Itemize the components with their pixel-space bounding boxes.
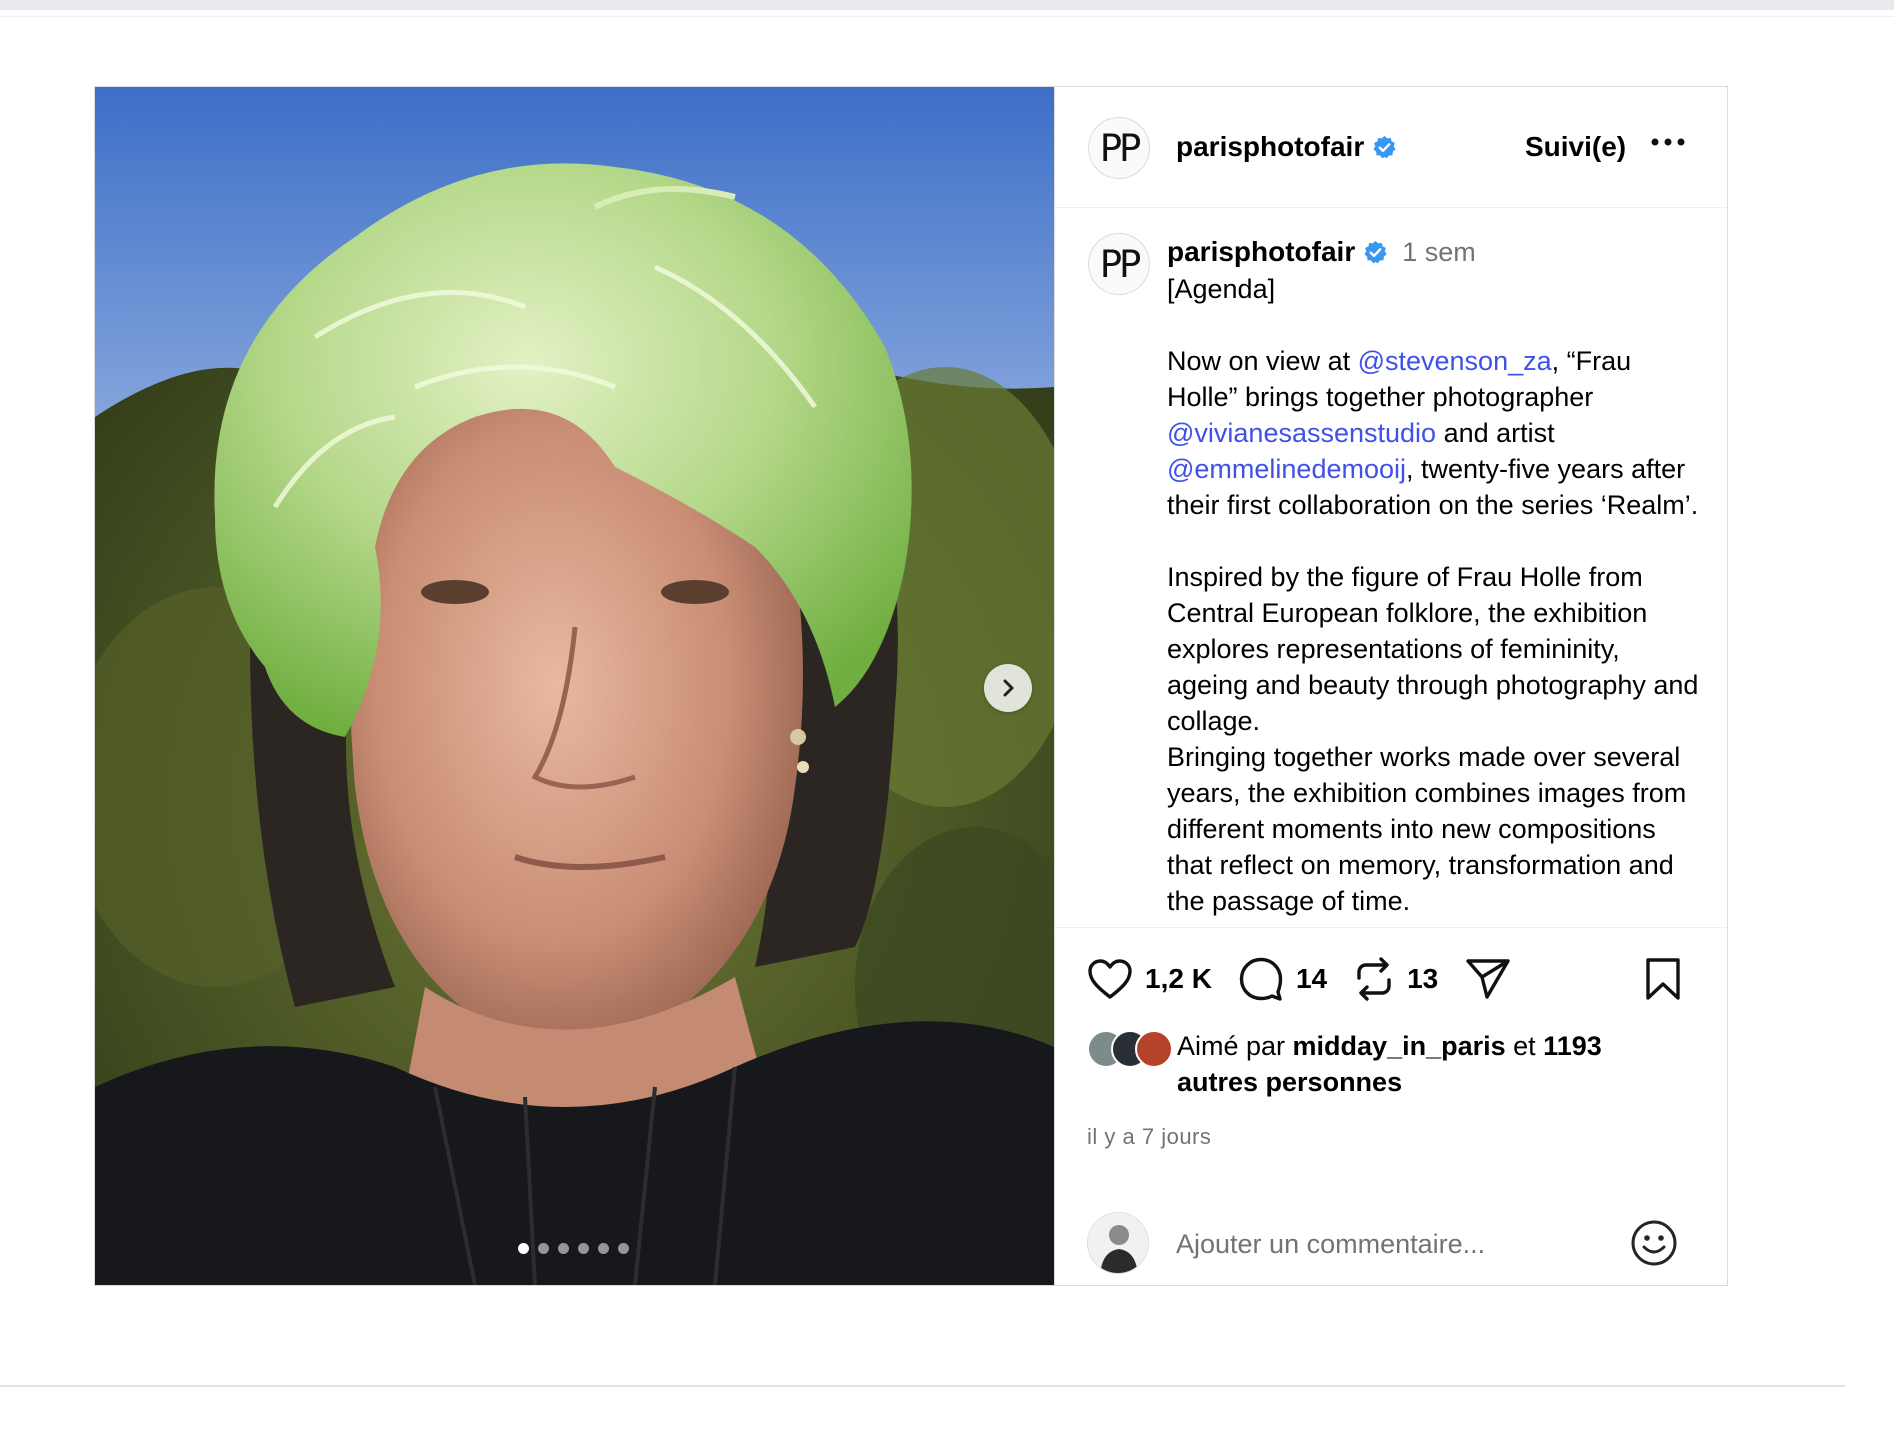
caption-paragraph: Now on view at @stevenson_za, “Frau Holl… [1167, 346, 1699, 520]
smiley-icon[interactable] [1629, 1218, 1679, 1268]
like-button[interactable]: 1,2 K [1087, 958, 1238, 1000]
caption-username[interactable]: parisphotofair [1167, 236, 1355, 268]
carousel-dot [618, 1243, 629, 1254]
verified-badge-icon [1364, 240, 1387, 263]
comment-input[interactable] [1176, 1224, 1576, 1264]
carousel-indicator [518, 1243, 629, 1254]
action-bar: 1,2 K 14 13 [1087, 956, 1512, 1002]
following-button[interactable]: Suivi(e) [1525, 131, 1626, 163]
caption-avatar[interactable]: PP [1088, 233, 1150, 295]
caption-time[interactable]: 1 sem [1402, 237, 1476, 268]
divider [0, 1385, 1845, 1387]
divider [0, 16, 1894, 17]
liked-by-text: Aimé par midday_in_paris et 1193 autres … [1177, 1031, 1602, 1097]
avatar [1087, 1212, 1149, 1274]
carousel-dot [518, 1243, 529, 1254]
post-timestamp[interactable]: il y a 7 jours [1087, 1124, 1211, 1150]
comment-composer [1055, 1210, 1727, 1285]
reposts-count: 13 [1407, 963, 1439, 994]
carousel-dot [578, 1243, 589, 1254]
comment-button[interactable]: 14 [1238, 956, 1353, 1002]
mention-link[interactable]: @stevenson_za [1358, 346, 1552, 376]
repost-icon [1357, 957, 1391, 1001]
comments-count: 14 [1295, 963, 1328, 994]
chevron-right-icon [1003, 679, 1014, 697]
likes-count: 1,2 K [1145, 963, 1212, 994]
next-slide-button[interactable] [984, 664, 1032, 712]
heart-icon [1088, 959, 1132, 999]
carousel-dot [538, 1243, 549, 1254]
post-media[interactable] [95, 87, 1054, 1285]
browser-top-bar [0, 0, 1894, 10]
repost-button[interactable]: 13 [1353, 956, 1464, 1002]
liker-avatars[interactable] [1087, 1030, 1177, 1070]
caption-line: [Agenda] [1167, 274, 1276, 304]
more-horizontal-icon[interactable] [1651, 137, 1685, 147]
comment-icon [1239, 957, 1283, 1001]
post-photo [95, 87, 1054, 1285]
mention-link[interactable]: @emmelinedemooij [1167, 454, 1406, 484]
caption-text: [Agenda] Now on view at @stevenson_za, “… [1167, 271, 1707, 919]
verified-badge-icon [1373, 135, 1396, 158]
account-username[interactable]: parisphotofair [1176, 131, 1364, 163]
post-card: PP parisphotofair Suivi(e) PP parisphoto… [94, 86, 1728, 1286]
bookmark-icon[interactable] [1643, 956, 1683, 1002]
carousel-dot [598, 1243, 609, 1254]
post-actions-section: 1,2 K 14 13 Aimé par midday_in_paris et … [1055, 927, 1727, 1285]
liked-by: Aimé par midday_in_paris et 1193 autres … [1087, 1028, 1687, 1100]
post-header: PP parisphotofair Suivi(e) [1055, 87, 1727, 208]
caption-paragraph: Bringing together works made over severa… [1167, 742, 1687, 916]
avatar [1135, 1030, 1173, 1068]
caption-paragraph: Inspired by the figure of Frau Holle fro… [1167, 562, 1699, 736]
mention-link[interactable]: @vivianesassenstudio [1167, 418, 1436, 448]
share-button[interactable] [1464, 957, 1512, 1001]
caption-section: PP parisphotofair 1 sem [Agenda] Now on … [1055, 209, 1727, 927]
liked-by-user[interactable]: midday_in_paris [1293, 1031, 1506, 1061]
post-side-panel: PP parisphotofair Suivi(e) PP parisphoto… [1054, 87, 1727, 1285]
share-icon [1466, 959, 1510, 999]
account-avatar[interactable]: PP [1088, 117, 1150, 179]
carousel-dot [558, 1243, 569, 1254]
